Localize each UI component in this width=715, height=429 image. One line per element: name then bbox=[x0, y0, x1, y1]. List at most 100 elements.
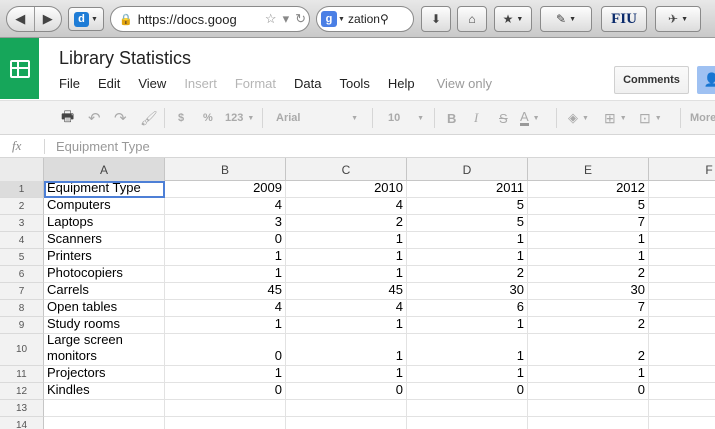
table-cell[interactable]: Open tables bbox=[44, 300, 165, 317]
fiu-button[interactable]: FIU bbox=[601, 6, 647, 32]
column-header-d[interactable]: D bbox=[407, 158, 528, 181]
table-cell[interactable]: Large screen monitors bbox=[44, 334, 165, 366]
table-cell[interactable]: 7 bbox=[528, 300, 649, 317]
sheets-logo[interactable] bbox=[0, 38, 39, 99]
table-cell[interactable] bbox=[649, 215, 715, 232]
magnifier-icon[interactable]: ⚲ bbox=[380, 12, 389, 26]
menu-edit[interactable]: Edit bbox=[98, 76, 120, 91]
table-cell[interactable]: 30 bbox=[407, 283, 528, 300]
table-cell[interactable] bbox=[528, 417, 649, 429]
table-cell[interactable] bbox=[649, 232, 715, 249]
table-cell[interactable]: 1 bbox=[165, 266, 286, 283]
row-header[interactable]: 5 bbox=[0, 249, 44, 266]
menu-data[interactable]: Data bbox=[294, 76, 321, 91]
column-header-b[interactable]: B bbox=[165, 158, 286, 181]
document-title[interactable]: Library Statistics bbox=[59, 48, 191, 69]
print-icon[interactable]: 🖶 bbox=[61, 108, 74, 127]
table-cell[interactable]: Study rooms bbox=[44, 317, 165, 334]
table-cell[interactable]: 1 bbox=[286, 317, 407, 334]
table-cell[interactable]: 1 bbox=[286, 366, 407, 383]
table-cell[interactable] bbox=[649, 317, 715, 334]
table-cell[interactable]: 0 bbox=[165, 232, 286, 249]
table-cell[interactable]: 2 bbox=[528, 334, 649, 366]
row-header[interactable]: 2 bbox=[0, 198, 44, 215]
table-cell[interactable]: 2011 bbox=[407, 181, 528, 198]
table-cell[interactable]: 2 bbox=[528, 266, 649, 283]
table-cell[interactable] bbox=[407, 400, 528, 417]
extension-button[interactable]: ✈ ▼ bbox=[655, 6, 701, 32]
table-cell[interactable]: Equipment Type bbox=[44, 181, 165, 198]
table-cell[interactable]: 30 bbox=[528, 283, 649, 300]
table-cell[interactable] bbox=[649, 383, 715, 400]
column-header-f[interactable]: F bbox=[649, 158, 715, 181]
table-cell[interactable]: 1 bbox=[528, 232, 649, 249]
table-cell[interactable] bbox=[649, 266, 715, 283]
table-cell[interactable]: 3 bbox=[165, 215, 286, 232]
share-button[interactable]: 👤 bbox=[697, 66, 715, 94]
comments-button[interactable]: Comments bbox=[614, 66, 689, 94]
table-cell[interactable]: Photocopiers bbox=[44, 266, 165, 283]
row-header[interactable]: 6 bbox=[0, 266, 44, 283]
search-bar[interactable]: g ▼ zation ⚲ bbox=[316, 6, 414, 32]
menu-view[interactable]: View bbox=[138, 76, 166, 91]
table-cell[interactable]: 1 bbox=[165, 366, 286, 383]
table-cell[interactable]: 7 bbox=[528, 215, 649, 232]
table-cell[interactable] bbox=[44, 417, 165, 429]
table-cell[interactable]: 2 bbox=[286, 215, 407, 232]
table-cell[interactable]: 1 bbox=[528, 366, 649, 383]
row-header[interactable]: 10 bbox=[0, 334, 44, 366]
back-button[interactable]: ◀ bbox=[7, 7, 34, 31]
table-cell[interactable]: 1 bbox=[286, 266, 407, 283]
table-cell[interactable]: 4 bbox=[165, 198, 286, 215]
table-cell[interactable]: 0 bbox=[165, 334, 286, 366]
table-cell[interactable] bbox=[649, 283, 715, 300]
row-header[interactable]: 8 bbox=[0, 300, 44, 317]
table-cell[interactable]: 1 bbox=[407, 366, 528, 383]
table-cell[interactable]: Projectors bbox=[44, 366, 165, 383]
table-cell[interactable]: 2012 bbox=[528, 181, 649, 198]
table-cell[interactable]: 0 bbox=[286, 383, 407, 400]
table-cell[interactable]: 45 bbox=[165, 283, 286, 300]
table-cell[interactable]: 1 bbox=[407, 249, 528, 266]
row-header[interactable]: 4 bbox=[0, 232, 44, 249]
table-cell[interactable]: 1 bbox=[407, 334, 528, 366]
table-cell[interactable]: 1 bbox=[528, 249, 649, 266]
table-cell[interactable]: 1 bbox=[286, 249, 407, 266]
column-header-a[interactable]: A bbox=[44, 158, 165, 181]
table-cell[interactable] bbox=[649, 249, 715, 266]
table-cell[interactable] bbox=[649, 417, 715, 429]
select-all-corner[interactable] bbox=[0, 158, 44, 181]
downloads-button[interactable]: ⬇ bbox=[421, 6, 451, 32]
table-cell[interactable]: Computers bbox=[44, 198, 165, 215]
table-cell[interactable]: 4 bbox=[165, 300, 286, 317]
bookmark-star-icon[interactable]: ☆ bbox=[265, 11, 277, 27]
table-cell[interactable]: 1 bbox=[165, 249, 286, 266]
table-cell[interactable] bbox=[649, 334, 715, 366]
table-cell[interactable]: 4 bbox=[286, 300, 407, 317]
table-cell[interactable]: 1 bbox=[286, 334, 407, 366]
table-cell[interactable]: Printers bbox=[44, 249, 165, 266]
menu-file[interactable]: File bbox=[59, 76, 80, 91]
table-cell[interactable]: Carrels bbox=[44, 283, 165, 300]
table-cell[interactable]: 0 bbox=[407, 383, 528, 400]
table-cell[interactable]: 2 bbox=[407, 266, 528, 283]
forward-button[interactable]: ▶ bbox=[33, 7, 62, 31]
table-cell[interactable]: 1 bbox=[286, 232, 407, 249]
column-header-c[interactable]: C bbox=[286, 158, 407, 181]
table-cell[interactable] bbox=[407, 417, 528, 429]
table-cell[interactable]: 0 bbox=[165, 383, 286, 400]
table-cell[interactable] bbox=[649, 181, 715, 198]
table-cell[interactable]: 1 bbox=[407, 232, 528, 249]
home-button[interactable]: ⌂ bbox=[457, 6, 487, 32]
table-cell[interactable]: 0 bbox=[528, 383, 649, 400]
column-header-e[interactable]: E bbox=[528, 158, 649, 181]
table-cell[interactable]: 1 bbox=[407, 317, 528, 334]
table-cell[interactable] bbox=[649, 400, 715, 417]
table-cell[interactable]: 1 bbox=[165, 317, 286, 334]
dropdown-arrow-icon[interactable]: ▾ bbox=[283, 11, 290, 27]
table-cell[interactable]: 5 bbox=[407, 215, 528, 232]
site-identity-button[interactable]: d ▼ bbox=[68, 7, 104, 31]
reload-icon[interactable]: ↻ bbox=[295, 11, 306, 27]
row-header[interactable]: 7 bbox=[0, 283, 44, 300]
table-cell[interactable] bbox=[649, 366, 715, 383]
